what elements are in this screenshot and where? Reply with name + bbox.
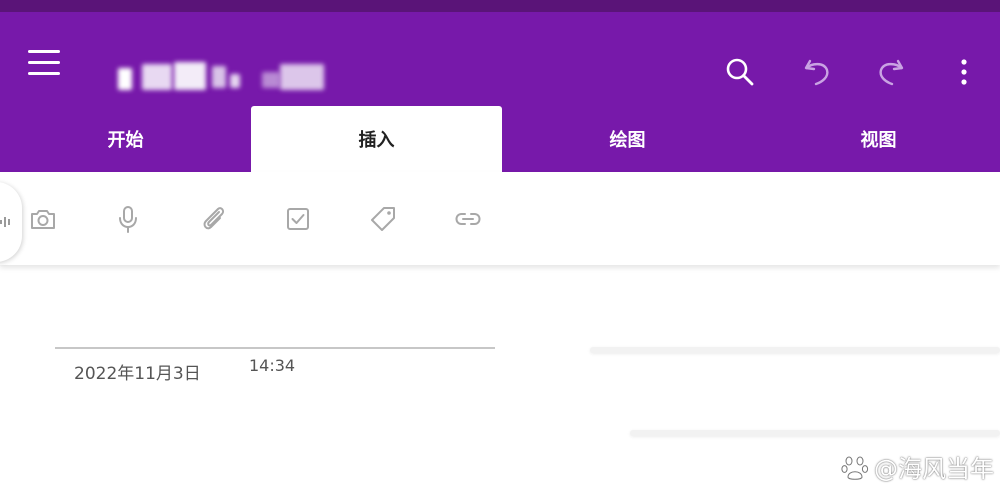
tab-insert[interactable]: 插入	[251, 106, 502, 172]
watermark-text: @海风当年	[874, 455, 994, 483]
insert-toolbar	[0, 172, 1000, 265]
hamburger-menu-icon[interactable]	[28, 50, 60, 76]
more-vertical-icon[interactable]	[946, 54, 982, 90]
tag-icon[interactable]	[366, 202, 400, 236]
checkbox-icon[interactable]	[281, 202, 315, 236]
page-title-obscured	[112, 52, 342, 92]
note-page[interactable]: 2022年11月3日 14:34 @海风当年	[0, 265, 1000, 500]
attachment-icon[interactable]	[196, 202, 230, 236]
window-top-edge	[0, 0, 1000, 12]
page-time: 14:34	[249, 356, 296, 375]
tab-view[interactable]: 视图	[753, 106, 1000, 172]
camera-icon[interactable]	[26, 202, 60, 236]
undo-icon[interactable]	[800, 54, 836, 90]
page-date: 2022年11月3日	[74, 364, 201, 384]
paw-logo-icon	[841, 456, 869, 480]
dictate-icon	[0, 217, 10, 227]
note-container-edge	[590, 347, 1000, 353]
dictate-button[interactable]	[0, 182, 22, 262]
link-icon[interactable]	[451, 202, 485, 236]
search-icon[interactable]	[722, 54, 758, 90]
page-title-underline	[55, 347, 495, 349]
microphone-icon[interactable]	[111, 202, 145, 236]
tab-home[interactable]: 开始	[0, 106, 251, 172]
tab-draw[interactable]: 绘图	[502, 106, 753, 172]
watermark: @海风当年	[840, 449, 994, 484]
note-container-edge	[630, 430, 1000, 436]
redo-icon[interactable]	[872, 54, 908, 90]
